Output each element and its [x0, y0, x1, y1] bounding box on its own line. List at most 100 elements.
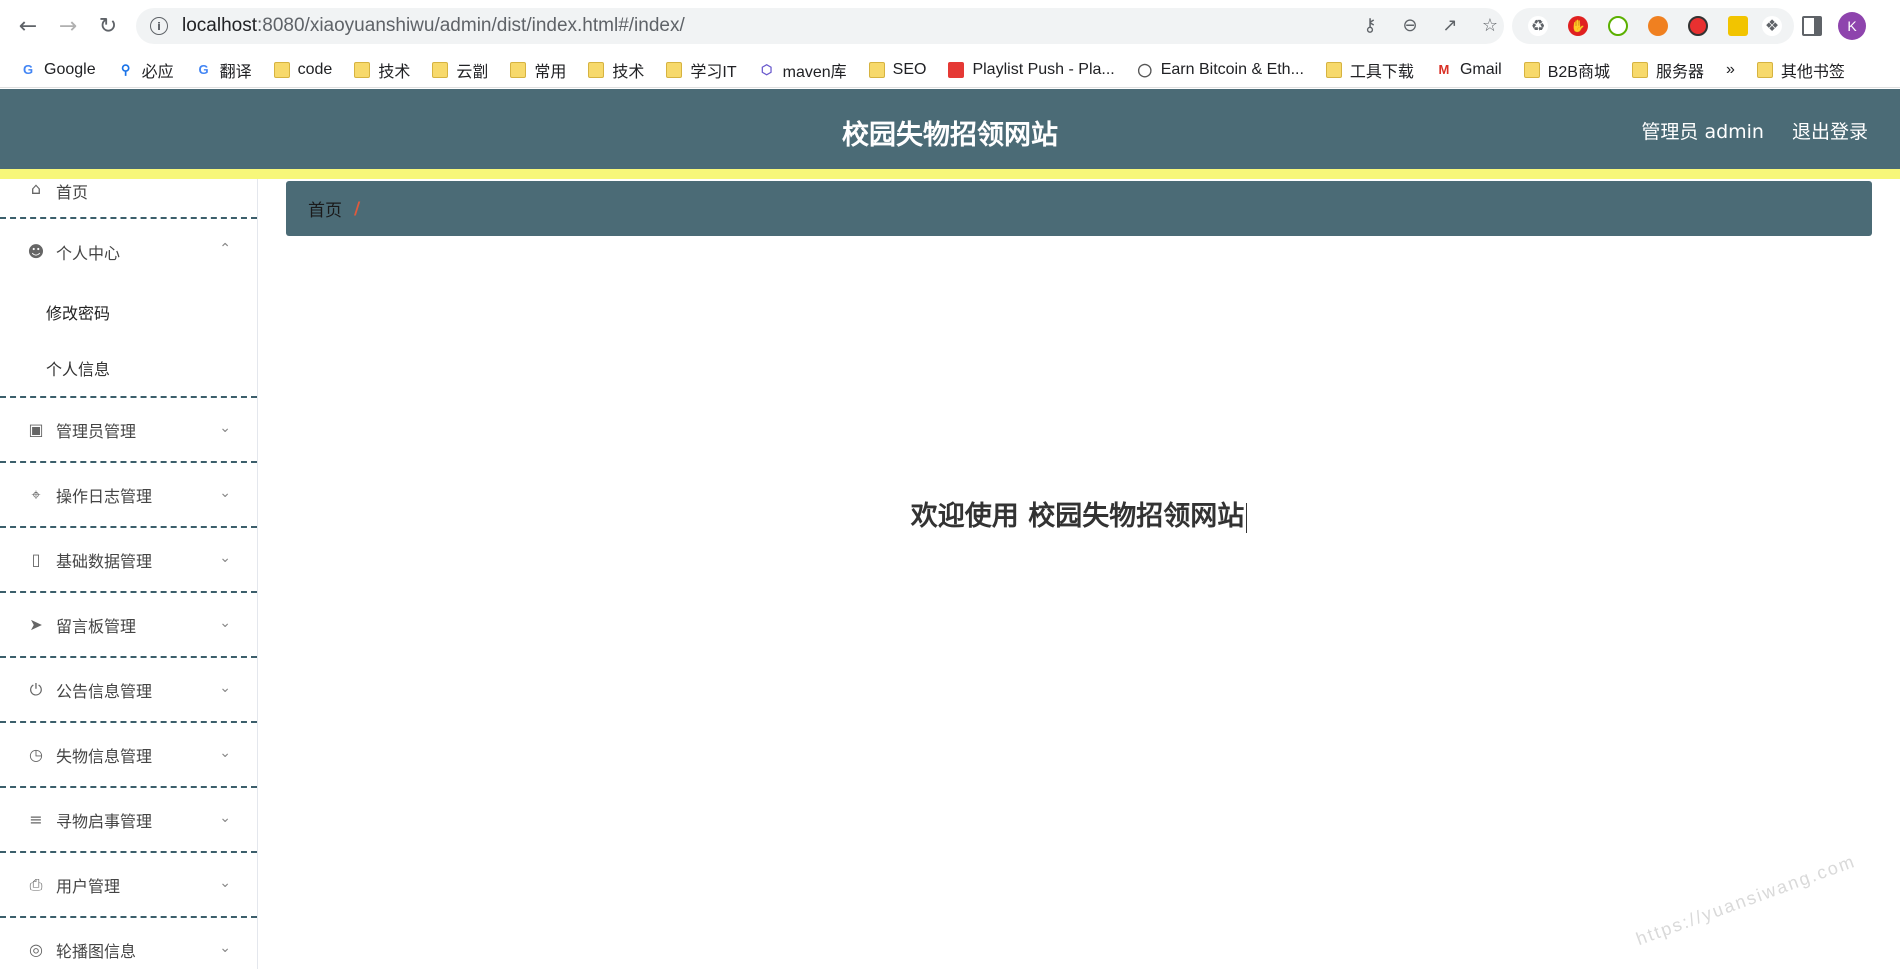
breadcrumb-home[interactable]: 首页 [308, 196, 342, 221]
bookmark-label: Playlist Push - Pla... [972, 60, 1115, 78]
send-icon: ➤ [29, 615, 43, 634]
bookmark-item[interactable]: ⬡ maven库 [758, 58, 847, 82]
bookmark-star-icon[interactable]: ☆ [1480, 16, 1500, 36]
sidebar-item[interactable]: ⎙ 用户管理 ⌄ [0, 853, 257, 918]
site-info-icon[interactable]: i [150, 17, 168, 35]
chevron-down-icon[interactable]: ⌄ [219, 550, 231, 566]
bookmark-item[interactable]: 云劏 [432, 58, 488, 82]
bookmark-item[interactable]: 技术 [354, 58, 410, 82]
logout-link[interactable]: 退出登录 [1792, 117, 1868, 144]
sidebar-item[interactable]: ⌖ 操作日志管理 ⌄ [0, 463, 257, 528]
sidebar-group-personal-center: ☻ 个人中心 ⌃ 修改密码 个人信息 [0, 219, 257, 398]
reload-icon[interactable]: ↻ [94, 12, 122, 40]
bookmark-label: 必应 [141, 63, 174, 81]
sidebar-subitem-personal-info[interactable]: 个人信息 [0, 340, 257, 396]
sidebar-item[interactable]: ≡ 寻物启事管理 ⌄ [0, 788, 257, 853]
sidebar-item-label: 操作日志管理 [56, 486, 153, 506]
watermark-text: https://yuansiwang.com [1633, 850, 1859, 950]
welcome-text: 欢迎使用 校园失物招领网站 [910, 501, 1245, 532]
share-icon[interactable]: ↗ [1440, 16, 1460, 36]
mobile-icon: ▯ [31, 550, 41, 569]
bookmark-item[interactable]: G 翻译 [195, 58, 252, 82]
bookmark-item[interactable]: B2B商城 [1523, 58, 1610, 82]
folder-icon [588, 61, 605, 78]
chevron-down-icon[interactable]: ⌄ [219, 745, 231, 761]
chevron-down-icon[interactable]: ⌄ [219, 420, 231, 436]
side-panel-icon[interactable] [1802, 16, 1822, 36]
chevron-down-icon[interactable]: ⌄ [219, 875, 231, 891]
sidebar-item[interactable]: ◷ 失物信息管理 ⌄ [0, 723, 257, 788]
chevron-down-icon[interactable]: ⌄ [219, 485, 231, 501]
bookmark-item[interactable]: G Google [20, 61, 96, 79]
breadcrumb: 首页 / [286, 181, 1872, 236]
sidebar-menu: ⌂ 首页 ☻ 个人中心 ⌃ 修改密码 个人信息 ▣ 管理员管理 ⌄ ⌖ 操作日志管理 ⌄ ▯… [0, 179, 258, 969]
back-arrow-icon[interactable]: ← [14, 12, 42, 40]
adblock-extension-icon[interactable]: ✋ [1568, 16, 1588, 36]
bing-icon: ⚲ [117, 61, 134, 78]
bookmark-item[interactable]: 技术 [588, 58, 644, 82]
bookmark-label: 技术 [612, 63, 645, 81]
chevron-down-icon[interactable]: ⌄ [219, 680, 231, 696]
bookmark-item[interactable]: SEO [868, 61, 926, 79]
welcome-message: 欢迎使用 校园失物招领网站 [286, 494, 1872, 533]
clock-icon: ◷ [29, 745, 43, 764]
admin-user-label[interactable]: 管理员 admin [1641, 117, 1764, 144]
bookmark-item[interactable]: 工具下载 [1325, 58, 1414, 82]
bookmark-item[interactable]: 服务器 [1631, 58, 1704, 82]
user-icon: ☻ [27, 242, 45, 261]
sidebar-item[interactable]: ◎ 轮播图信息 ⌄ [0, 918, 257, 969]
bookmark-label: maven库 [782, 63, 847, 81]
bookmark-label: Google [44, 60, 96, 78]
translate-icon: G [195, 61, 212, 78]
sidebar-item-label: 个人中心 [56, 243, 121, 263]
bookmark-label: code [297, 60, 333, 78]
chevron-up-icon[interactable]: ⌃ [219, 241, 231, 257]
recycle-extension-icon[interactable]: ♻ [1528, 16, 1548, 36]
bookmark-label: 学习IT [690, 63, 737, 81]
bookmark-item[interactable]: 学习IT [666, 58, 737, 82]
bookmarks-bar: G Google ⚲ 必应 G 翻译 code 技术 云劏 常用 技术 学习IT ⬡ maven库 SEO P… [0, 52, 1900, 88]
bookmarks-overflow-button[interactable]: » [1726, 61, 1735, 79]
url-text[interactable]: localhost:8080/xiaoyuanshiwu/admin/dist/… [182, 15, 685, 37]
bookmark-item[interactable]: M Gmail [1435, 60, 1502, 79]
apple-extension-icon[interactable] [1608, 16, 1628, 36]
puzzle-extension-icon[interactable]: ❖ [1762, 16, 1782, 36]
sidebar-subitem-change-password[interactable]: 修改密码 [0, 284, 257, 340]
pokeball-extension-icon[interactable] [1688, 16, 1708, 36]
bookmark-label: 翻译 [219, 63, 252, 81]
printer-icon: ⎙ [29, 874, 43, 894]
home-icon: ⌂ [30, 179, 42, 198]
lifebuoy-icon: ◎ [29, 940, 43, 959]
sidebar-item-label: 寻物启事管理 [56, 811, 153, 831]
sidebar-item[interactable]: ⏻ 公告信息管理 ⌄ [0, 658, 257, 723]
chevron-down-icon[interactable]: ⌄ [219, 940, 231, 956]
sidebar-item[interactable]: ▯ 基础数据管理 ⌄ [0, 528, 257, 593]
bookmark-item[interactable]: P Playlist Push - Pla... [948, 60, 1115, 79]
zoom-out-icon[interactable]: ⊖ [1400, 16, 1420, 36]
bookmark-item[interactable]: ⚲ 必应 [117, 58, 174, 82]
bookmark-label: 技术 [378, 63, 411, 81]
sidebar-item[interactable]: ➤ 留言板管理 ⌄ [0, 593, 257, 658]
browser-toolbar: ← → ↻ i localhost:8080/xiaoyuanshiwu/adm… [0, 0, 1900, 52]
profile-avatar[interactable]: K [1838, 12, 1866, 40]
other-bookmarks-folder[interactable]: 其他书签 [1756, 58, 1845, 82]
sidebar-item[interactable]: ▣ 管理员管理 ⌄ [0, 398, 257, 463]
sidebar-item-label: 留言板管理 [56, 616, 137, 636]
sidebar-item-home[interactable]: ⌂ 首页 [0, 179, 257, 219]
key-icon[interactable]: ⚷ [1360, 16, 1380, 36]
bookmark-item[interactable]: 常用 [510, 58, 566, 82]
bookmark-label: Earn Bitcoin & Eth... [1160, 60, 1304, 78]
yellow-extension-icon[interactable] [1728, 16, 1748, 36]
bookmark-item[interactable]: code [273, 60, 333, 79]
sidebar-item-label: 基础数据管理 [56, 551, 153, 571]
address-bar[interactable]: i localhost:8080/xiaoyuanshiwu/admin/dis… [136, 8, 1504, 44]
forward-arrow-icon[interactable]: → [54, 12, 82, 40]
metamask-extension-icon[interactable] [1648, 16, 1668, 36]
folder-icon [1631, 61, 1648, 78]
chevron-down-icon[interactable]: ⌄ [219, 810, 231, 826]
sidebar-item-personal-center[interactable]: ☻ 个人中心 ⌃ [0, 219, 257, 284]
bookmark-label: Gmail [1459, 60, 1502, 78]
chevron-down-icon[interactable]: ⌄ [219, 615, 231, 631]
bookmark-item[interactable]: ◯ Earn Bitcoin & Eth... [1136, 60, 1304, 79]
bookmark-label: 常用 [534, 63, 567, 81]
